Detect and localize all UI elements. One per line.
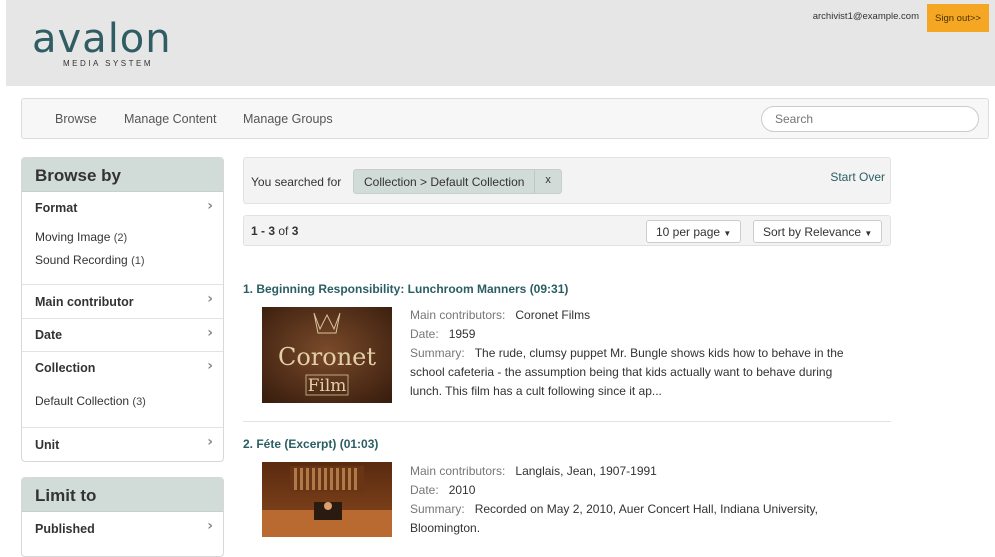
chevron-right-icon: › xyxy=(207,434,213,450)
result-metadata: Main contributors: Coronet Films Date: 1… xyxy=(410,306,850,401)
contributors-label: Main contributors: xyxy=(410,464,506,478)
facet-published: Published › xyxy=(22,512,223,544)
facet-count: (3) xyxy=(132,396,146,408)
nav-browse[interactable]: Browse xyxy=(55,112,97,126)
facet-published-toggle[interactable]: Published › xyxy=(22,512,223,544)
facet-title: Unit xyxy=(35,438,60,452)
contributors-value: Coronet Films xyxy=(515,308,591,322)
contributors-value: Langlais, Jean, 1907-1991 xyxy=(515,464,657,478)
thumb-text-film: Film xyxy=(308,376,347,396)
facet-count: (1) xyxy=(131,255,145,267)
contributors-label: Main contributors: xyxy=(410,308,506,322)
range-total: 3 xyxy=(291,224,299,238)
chevron-right-icon: › xyxy=(207,518,213,534)
range-start: 1 - 3 xyxy=(251,224,276,238)
facet-title: Main contributor xyxy=(35,295,134,309)
sort-dropdown[interactable]: Sort by Relevance ▼ xyxy=(753,220,883,243)
facet-main-contributor: Main contributor › xyxy=(22,285,223,319)
caret-down-icon: ▼ xyxy=(723,229,732,238)
thumb-text-coronet: Coronet xyxy=(278,343,376,371)
summary-label: Summary: xyxy=(410,502,465,516)
facet-count: (2) xyxy=(113,232,128,244)
summary-row: Summary: The rude, clumsy puppet Mr. Bun… xyxy=(410,344,850,401)
user-email: archivist1@example.com xyxy=(812,11,919,22)
per-page-label: 10 per page xyxy=(656,225,721,239)
date-row: Date: 2010 xyxy=(410,481,850,500)
header-bar: avalon MEDIA SYSTEM archivist1@example.c… xyxy=(6,0,995,86)
result-title-link[interactable]: 1. Beginning Responsibility: Lunchroom M… xyxy=(243,282,568,296)
range-of: of xyxy=(275,224,292,238)
contributors-row: Main contributors: Coronet Films xyxy=(410,306,850,325)
facet-title: Published xyxy=(35,522,95,536)
facet-collection: Collection › Default Collection (3) xyxy=(22,352,223,428)
sort-bar: 1 - 3 of 3 10 per page ▼ Sort by Relevan… xyxy=(243,215,891,246)
browse-by-panel: Browse by Format › Moving Image (2) Soun… xyxy=(21,157,224,462)
summary-label: Summary: xyxy=(410,346,465,360)
facet-value-default-collection[interactable]: Default Collection (3) xyxy=(35,390,210,413)
summary-row: Summary: Recorded on May 2, 2010, Auer C… xyxy=(410,500,850,538)
per-page-dropdown[interactable]: 10 per page ▼ xyxy=(646,220,742,243)
result-thumbnail[interactable] xyxy=(262,462,392,537)
facet-unit-toggle[interactable]: Unit › xyxy=(22,428,223,461)
contributors-row: Main contributors: Langlais, Jean, 1907-… xyxy=(410,462,850,481)
chevron-right-icon: › xyxy=(207,198,213,214)
chevron-right-icon: › xyxy=(207,358,213,374)
sign-out-button[interactable]: Sign out>> xyxy=(927,4,989,32)
facet-title: Format xyxy=(35,201,78,215)
searched-for-label: You searched for xyxy=(251,175,342,189)
facet-format: Format › Moving Image (2) Sound Recordin… xyxy=(22,192,223,285)
facet-unit: Unit › xyxy=(22,428,223,461)
remove-constraint-button[interactable]: x xyxy=(535,170,561,193)
result-title-link[interactable]: 2. Féte (Excerpt) (01:03) xyxy=(243,437,378,451)
logo-subtitle: MEDIA SYSTEM xyxy=(63,59,154,68)
sort-label: Sort by Relevance xyxy=(763,225,862,239)
facet-value-label: Sound Recording xyxy=(35,253,128,267)
result-metadata: Main contributors: Langlais, Jean, 1907-… xyxy=(410,462,850,538)
date-row: Date: 1959 xyxy=(410,325,850,344)
facet-title: Collection xyxy=(35,361,96,375)
search-constraints: You searched for Collection > Default Co… xyxy=(243,157,891,204)
coronet-film-thumbnail: Coronet Film xyxy=(262,307,392,403)
result-thumbnail[interactable]: Coronet Film xyxy=(262,307,392,403)
limit-to-heading: Limit to xyxy=(22,478,223,512)
result-divider xyxy=(243,421,891,422)
concert-hall-thumbnail xyxy=(262,462,392,537)
facet-format-toggle[interactable]: Format › xyxy=(22,192,223,224)
chevron-right-icon: › xyxy=(207,325,213,341)
date-label: Date: xyxy=(410,483,439,497)
main-nav: Browse Manage Content Manage Groups xyxy=(21,98,989,139)
start-over-link[interactable]: Start Over xyxy=(830,170,885,184)
search-input[interactable] xyxy=(761,106,979,132)
summary-value: Recorded on May 2, 2010, Auer Concert Ha… xyxy=(410,502,818,535)
logo[interactable]: avalon xyxy=(32,16,172,62)
facet-main-contributor-toggle[interactable]: Main contributor › xyxy=(22,285,223,318)
facet-value-sound-recording[interactable]: Sound Recording (1) xyxy=(35,249,210,272)
browse-by-heading: Browse by xyxy=(22,158,223,192)
date-value: 2010 xyxy=(448,483,476,497)
facet-date: Date › xyxy=(22,319,223,352)
facet-value-moving-image[interactable]: Moving Image (2) xyxy=(35,226,210,249)
facet-title: Date xyxy=(35,328,63,342)
chevron-right-icon: › xyxy=(207,291,213,307)
date-label: Date: xyxy=(410,327,439,341)
result-range: 1 - 3 of 3 xyxy=(251,224,298,238)
facet-date-toggle[interactable]: Date › xyxy=(22,319,223,351)
facet-value-label: Moving Image xyxy=(35,230,111,244)
nav-manage-groups[interactable]: Manage Groups xyxy=(243,112,333,126)
caret-down-icon: ▼ xyxy=(864,229,873,238)
constraint-chip: Collection > Default Collection x xyxy=(353,169,562,194)
limit-to-panel: Limit to Published › xyxy=(21,477,224,557)
facet-collection-toggle[interactable]: Collection › xyxy=(22,352,223,384)
facet-value-label: Default Collection xyxy=(35,394,130,408)
date-value: 1959 xyxy=(448,327,476,341)
constraint-chip-label[interactable]: Collection > Default Collection xyxy=(354,170,536,193)
summary-value: The rude, clumsy puppet Mr. Bungle shows… xyxy=(410,346,844,398)
nav-manage-content[interactable]: Manage Content xyxy=(124,112,216,126)
